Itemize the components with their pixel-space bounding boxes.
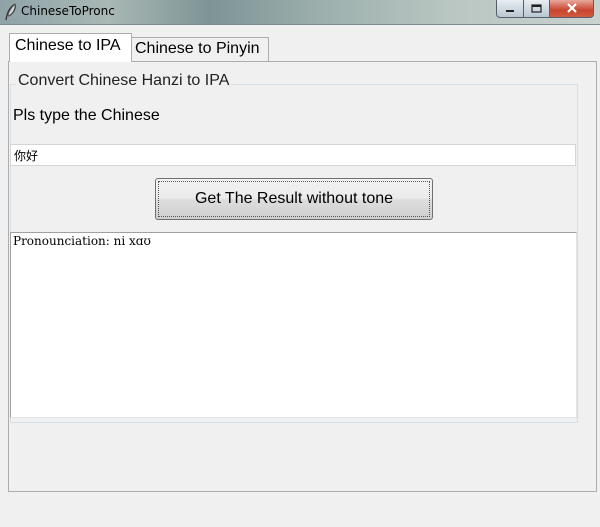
maximize-icon xyxy=(531,3,542,13)
result-output-text[interactable]: Pronounciation: ni xɑʊ xyxy=(10,232,577,418)
close-button[interactable] xyxy=(550,0,594,18)
frame-title: Convert Chinese Hanzi to IPA xyxy=(16,72,232,90)
close-icon xyxy=(566,3,577,13)
window-title: ChineseToPronc xyxy=(21,4,115,18)
window-controls xyxy=(496,0,594,18)
maximize-button[interactable] xyxy=(524,0,550,18)
minimize-icon xyxy=(506,9,514,12)
get-result-button-label: Get The Result without tone xyxy=(194,190,394,207)
tab-chinese-to-pinyin[interactable]: Chinese to Pinyin xyxy=(131,37,269,61)
input-prompt-label: Pls type the Chinese xyxy=(13,107,160,124)
minimize-button[interactable] xyxy=(496,0,524,18)
title-bar[interactable]: ChineseToPronc xyxy=(0,0,600,25)
feather-icon xyxy=(4,3,18,21)
chinese-input-field[interactable]: 你好 xyxy=(10,144,576,166)
get-result-button[interactable]: Get The Result without tone xyxy=(155,178,433,220)
tab-chinese-to-ipa[interactable]: Chinese to IPA xyxy=(9,33,132,62)
